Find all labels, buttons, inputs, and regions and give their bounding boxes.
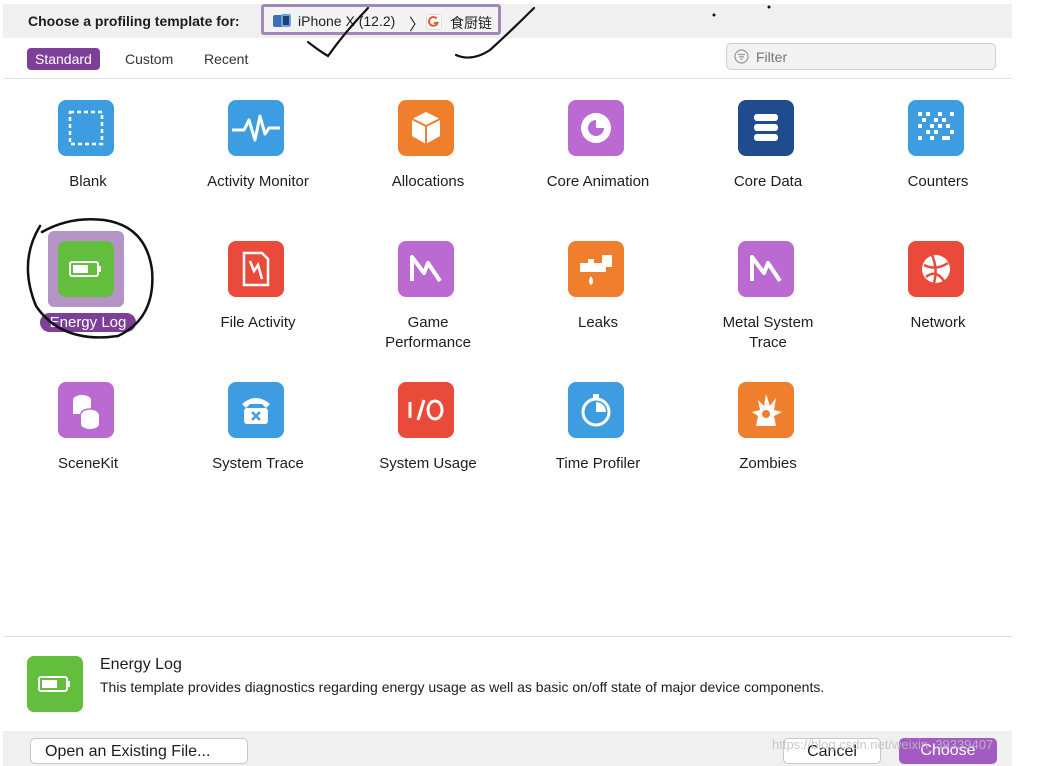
template-label: Game Performance <box>385 314 471 351</box>
template-label: Blank <box>69 173 107 190</box>
description-text: This template provides diagnostics regar… <box>100 679 825 695</box>
template-label: File Activity <box>220 314 296 331</box>
template-metal-system-trace[interactable]: Metal System Trace <box>683 219 853 351</box>
tab-custom[interactable]: Custom <box>117 48 181 70</box>
zombies-icon <box>738 382 794 438</box>
template-core-animation[interactable]: Core Animation <box>513 78 683 208</box>
scenekit-icon <box>58 382 114 438</box>
file-activity-icon <box>228 241 284 297</box>
core-data-icon <box>738 100 794 156</box>
template-label: Metal System Trace <box>722 314 814 351</box>
template-blank[interactable]: Blank <box>3 78 173 208</box>
template-leaks[interactable]: Leaks <box>513 219 683 349</box>
system-usage-icon <box>398 382 454 438</box>
blank-icon <box>58 100 114 156</box>
metal-system-trace-icon <box>738 241 794 297</box>
template-label: Zombies <box>739 455 797 472</box>
template-zombies[interactable]: Zombies <box>683 360 853 490</box>
filter-field[interactable] <box>726 43 996 70</box>
network-icon <box>908 241 964 297</box>
app-icon <box>426 14 442 30</box>
template-game-performance[interactable]: Game Performance <box>343 219 513 351</box>
app-name: 食厨链 <box>450 15 492 31</box>
template-label: Network <box>910 314 966 331</box>
leaks-icon <box>568 241 624 297</box>
game-performance-icon <box>398 241 454 297</box>
template-label: SceneKit <box>57 455 119 472</box>
selected-label: Energy Log <box>39 313 137 332</box>
template-label: Allocations <box>391 173 465 190</box>
allocations-icon <box>398 100 454 156</box>
template-energy-log[interactable]: Energy Log <box>3 219 173 349</box>
template-label: Activity Monitor <box>207 173 309 190</box>
template-label: Energy Log <box>3 313 173 333</box>
title-label: Choose a profiling template for: <box>28 13 240 29</box>
template-label: Counters <box>907 173 969 190</box>
device-icon <box>273 14 291 27</box>
activity-monitor-icon <box>228 100 284 156</box>
device-name: iPhone X (12.2) <box>298 13 396 29</box>
tab-recent[interactable]: Recent <box>196 48 256 70</box>
counters-icon <box>908 100 964 156</box>
template-system-usage[interactable]: System Usage <box>343 360 513 490</box>
watermark: https://blog.csdn.net/weixin_39339407 <box>772 737 994 752</box>
template-label: Time Profiler <box>555 455 641 472</box>
target-selector[interactable]: iPhone X (12.2) 〉 食厨链 <box>261 4 501 35</box>
template-label: System Trace <box>212 455 304 472</box>
template-network[interactable]: Network <box>853 219 1023 349</box>
filter-icon <box>734 49 749 64</box>
time-profiler-icon <box>568 382 624 438</box>
template-label: Core Data <box>733 173 803 190</box>
template-scenekit[interactable]: SceneKit <box>3 360 173 490</box>
template-chooser-window: Choose a profiling template for: iPhone … <box>3 4 1012 766</box>
template-label: Core Animation <box>546 173 650 190</box>
template-activity-monitor[interactable]: Activity Monitor <box>173 78 343 208</box>
template-system-trace[interactable]: System Trace <box>173 360 343 490</box>
template-grid: Blank Activity Monitor Allocations Core … <box>3 78 1012 634</box>
tab-bar: Standard Custom Recent <box>3 38 1012 79</box>
template-allocations[interactable]: Allocations <box>343 78 513 208</box>
description-title: Energy Log <box>100 656 182 673</box>
battery-icon <box>27 656 83 712</box>
tab-standard[interactable]: Standard <box>27 48 100 70</box>
template-file-activity[interactable]: File Activity <box>173 219 343 349</box>
system-trace-icon <box>228 382 284 438</box>
template-label: System Usage <box>379 455 477 472</box>
title-bar: Choose a profiling template for: iPhone … <box>3 4 1012 38</box>
template-label: Leaks <box>577 314 619 331</box>
battery-icon <box>58 241 114 297</box>
template-core-data[interactable]: Core Data <box>683 78 853 208</box>
core-animation-icon <box>568 100 624 156</box>
divider <box>3 636 1012 637</box>
filter-input[interactable] <box>754 47 988 67</box>
template-time-profiler[interactable]: Time Profiler <box>513 360 683 490</box>
open-existing-file-button[interactable]: Open an Existing File... <box>30 738 248 764</box>
template-counters[interactable]: Counters <box>853 78 1023 208</box>
chevron-right-icon: 〉 <box>409 17 426 34</box>
